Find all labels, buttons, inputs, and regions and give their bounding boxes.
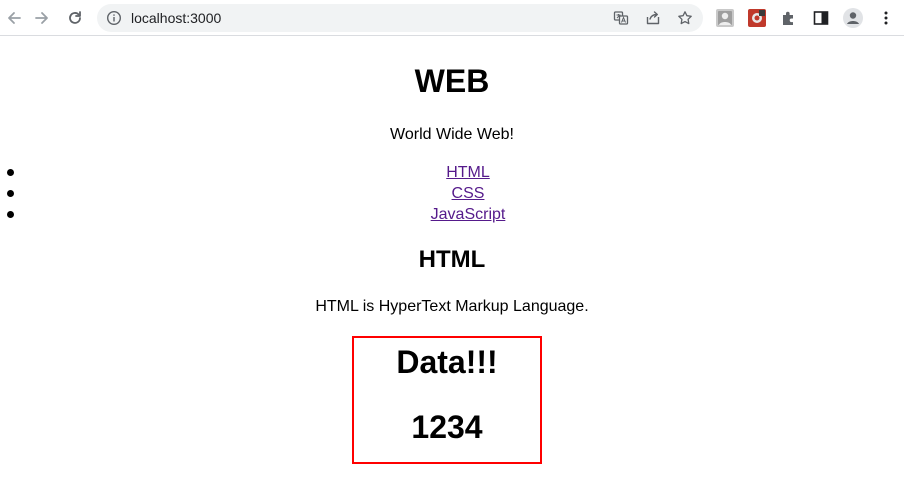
extension-avatar-icon[interactable] (716, 9, 734, 27)
bullet-icon (7, 211, 14, 218)
list-item: CSS (7, 183, 904, 204)
url-text[interactable]: localhost:3000 (131, 4, 221, 32)
reload-button[interactable] (63, 6, 87, 30)
share-icon[interactable] (645, 10, 661, 26)
page-subtitle: World Wide Web! (390, 126, 514, 143)
page-content: WEB World Wide Web! HTML CSS JavaScript … (0, 37, 904, 477)
nav-list: HTML CSS JavaScript (0, 162, 904, 225)
list-item: HTML (7, 162, 904, 183)
bullet-icon (7, 190, 14, 197)
reload-icon (69, 11, 81, 24)
nav-link-javascript[interactable]: JavaScript (431, 206, 506, 223)
list-item: JavaScript (7, 204, 904, 225)
arrow-left-icon (8, 12, 21, 24)
section-title: HTML (418, 246, 486, 273)
profile-icon[interactable] (843, 8, 863, 28)
nav-link-css[interactable]: CSS (452, 185, 485, 202)
arrow-right-icon (35, 12, 48, 24)
data-value: 1234 (411, 409, 483, 445)
bullet-icon (7, 169, 14, 176)
translate-icon[interactable] (613, 10, 629, 26)
info-icon[interactable] (106, 10, 122, 26)
star-icon[interactable] (677, 10, 693, 26)
data-box: Data!!! 1234 (352, 336, 542, 464)
kebab-menu-icon[interactable] (877, 9, 895, 27)
section-description: HTML is HyperText Markup Language. (315, 298, 589, 315)
puzzle-icon[interactable] (780, 9, 798, 27)
browser-toolbar: localhost:3000 (0, 0, 904, 36)
side-panel-icon[interactable] (812, 9, 830, 27)
page-title: WEB (414, 63, 490, 99)
data-title: Data!!! (396, 344, 498, 380)
forward-button[interactable] (30, 6, 54, 30)
back-button[interactable] (2, 6, 26, 30)
address-bar[interactable]: localhost:3000 (97, 4, 703, 32)
nav-link-html[interactable]: HTML (446, 164, 490, 181)
extension-red-icon[interactable] (748, 9, 766, 27)
